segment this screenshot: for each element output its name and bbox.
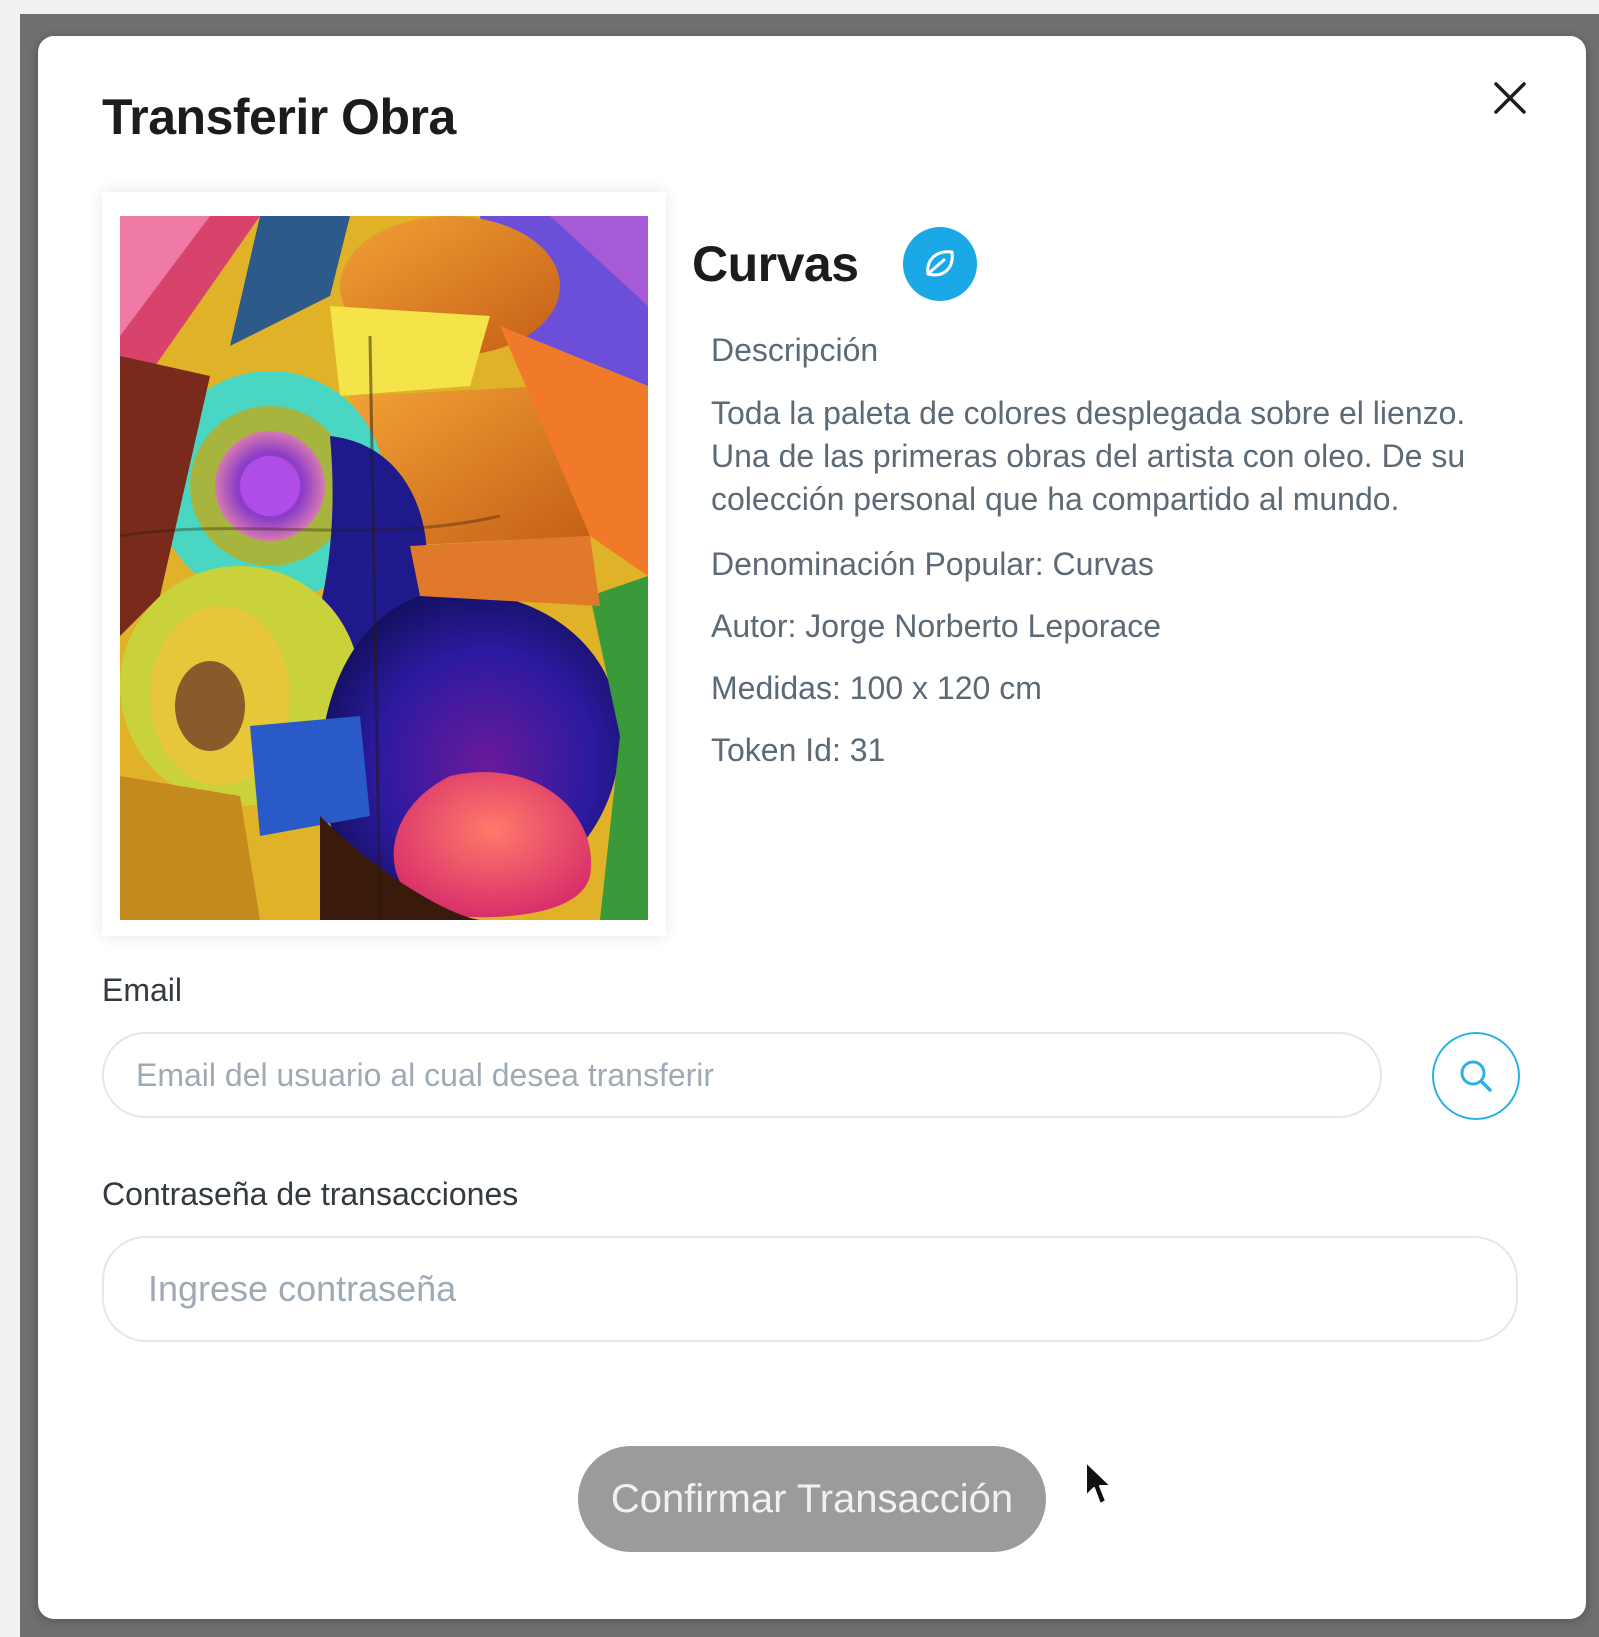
confirm-transaction-button[interactable]: Confirmar Transacción xyxy=(578,1446,1046,1552)
artwork-image xyxy=(120,216,648,920)
search-user-button[interactable] xyxy=(1432,1032,1520,1120)
artwork-card xyxy=(102,192,666,936)
leaf-icon xyxy=(925,250,954,277)
email-input[interactable] xyxy=(102,1032,1382,1118)
description-label: Descripción xyxy=(711,332,879,368)
password-label: Contraseña de transacciones xyxy=(102,1176,519,1212)
transfer-modal: Transferir Obra Curvas Descripción Toda … xyxy=(38,36,1586,1619)
email-label: Email xyxy=(102,972,183,1008)
description-text: Toda la paleta de colores desplegada sob… xyxy=(711,395,1466,517)
mouse-cursor-icon xyxy=(1085,1461,1112,1505)
author: Autor: Jorge Norberto Leporace xyxy=(711,608,1162,644)
close-button[interactable] xyxy=(1488,76,1532,120)
close-icon xyxy=(1494,82,1526,114)
search-icon xyxy=(1460,1060,1492,1092)
eco-badge xyxy=(902,227,977,301)
artwork-header: Curvas xyxy=(692,226,977,302)
token-id: Token Id: 31 xyxy=(711,732,886,768)
password-input[interactable] xyxy=(102,1236,1518,1342)
artwork-name: Curvas xyxy=(692,236,859,292)
popular-name: Denominación Popular: Curvas xyxy=(711,546,1154,582)
measures: Medidas: 100 x 120 cm xyxy=(711,670,1042,706)
modal-title: Transferir Obra xyxy=(102,89,456,145)
